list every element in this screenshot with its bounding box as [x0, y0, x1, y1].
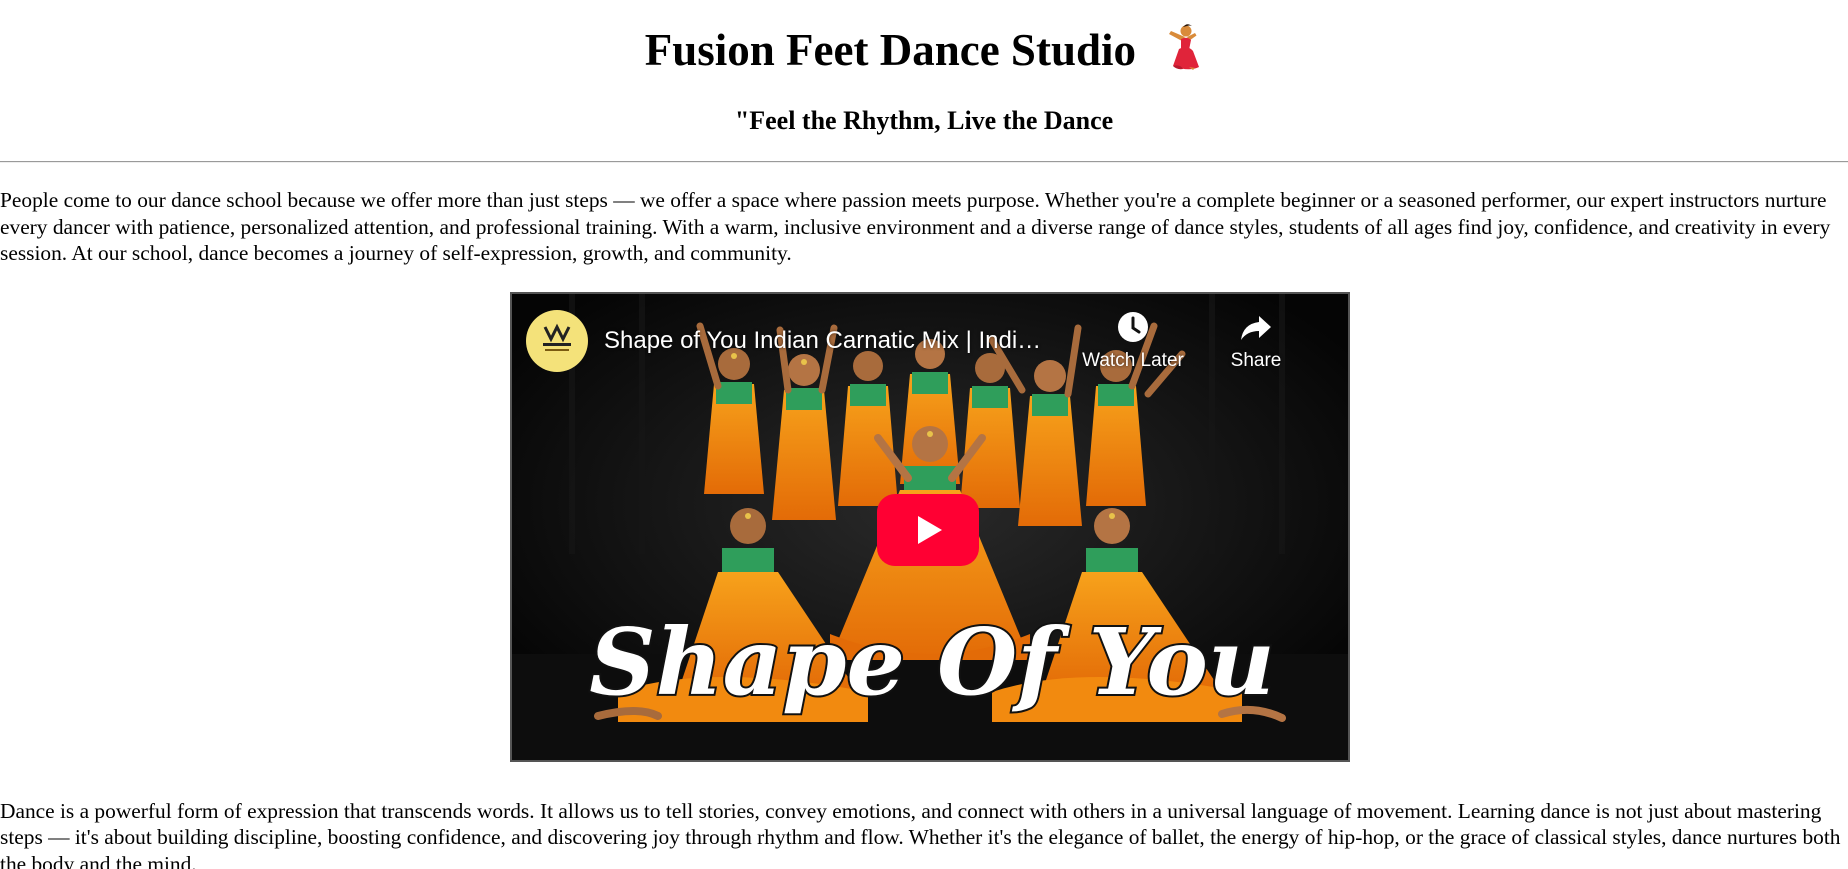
dancer-icon	[1169, 24, 1200, 70]
clock-icon	[1118, 311, 1148, 342]
channel-logo[interactable]	[526, 309, 588, 372]
video-title[interactable]: Shape of You Indian Carnatic Mix | Indi…	[604, 326, 1041, 356]
intro-paragraph: People come to our dance school because …	[0, 188, 1831, 265]
page: Fusion Feet Dance Studio "Feel the Rhyth…	[0, 0, 1848, 869]
page-title: Fusion Feet Dance Studio	[0, 0, 1848, 78]
share-icon	[1241, 315, 1271, 340]
channel-logo-icon	[543, 323, 571, 351]
share-label: Share	[1230, 349, 1282, 371]
header-divider	[0, 161, 1848, 163]
play-icon[interactable]	[877, 493, 979, 566]
thumbnail-caption: Shape Of You	[589, 608, 1275, 716]
share-button[interactable]: Share	[1201, 310, 1311, 372]
video-embed[interactable]: Shape Of You Shape of You Indian Carnati…	[510, 291, 1350, 762]
tagline: "Feel the Rhythm, Live the Dance	[734, 106, 1114, 135]
second-paragraph: Dance is a powerful form of expression t…	[0, 798, 1841, 869]
watch-later-button[interactable]: Watch Later	[1078, 310, 1188, 372]
watch-later-label: Watch Later	[1082, 349, 1184, 371]
page-title-text: Fusion Feet Dance Studio	[644, 25, 1136, 75]
